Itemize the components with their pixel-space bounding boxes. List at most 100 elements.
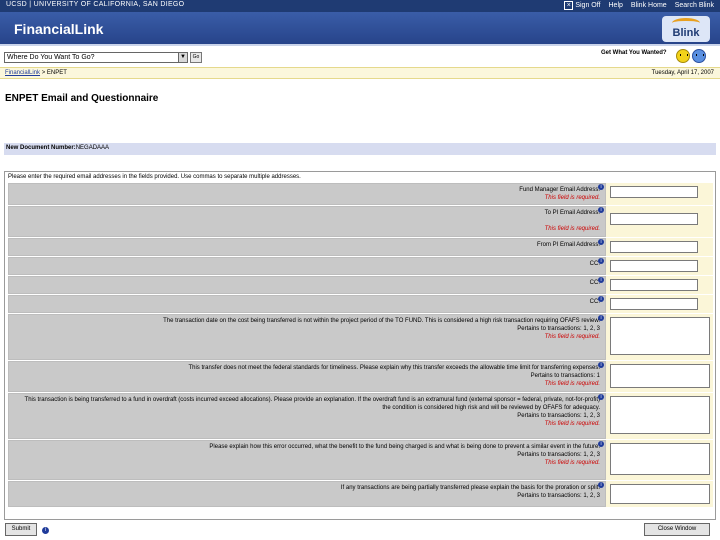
form-row-from-pi-email: i From PI Email Address: [8, 238, 713, 257]
blink-logo[interactable]: Blink [662, 16, 710, 42]
top-links: × Sign Off Help Blink Home Search Blink [564, 1, 714, 10]
breadcrumb-financiallink-link[interactable]: FinancialLink [5, 70, 40, 76]
breadcrumb-current: ENPET [46, 70, 67, 76]
where-do-you-want-to-go-select[interactable]: Where Do You Want To Go? ▼ [4, 52, 188, 63]
page-title: ENPET Email and Questionnaire [5, 93, 159, 104]
info-icon[interactable]: i [598, 207, 604, 213]
from-pi-email-input[interactable] [610, 241, 698, 253]
required-message: This field is required. [544, 381, 600, 387]
required-message: This field is required. [544, 460, 600, 466]
field-cell [606, 361, 713, 392]
info-icon[interactable]: i [598, 258, 604, 264]
info-icon[interactable]: i [598, 362, 604, 368]
form-row-error-explanation-question: i Please explain how this error occurred… [8, 440, 713, 481]
field-cell [606, 314, 713, 360]
required-message: This field is required. [544, 195, 600, 201]
field-label: i CC: [8, 257, 606, 275]
error-explanation-textarea[interactable] [610, 443, 710, 475]
field-label: i CC: [8, 295, 606, 313]
info-icon[interactable]: i [598, 315, 604, 321]
pertains-text: Pertains to transactions: 1, 2, 3 [517, 493, 600, 499]
document-number-bar: New Document Number:NEGADAAA [4, 143, 716, 155]
form-rows: i Fund Manager Email Address: This field… [8, 183, 713, 508]
pertains-text: Pertains to transactions: 1 [530, 373, 600, 379]
field-label: i CC: [8, 276, 606, 294]
field-cell [606, 393, 713, 439]
form-row-fund-manager-email: i Fund Manager Email Address: This field… [8, 183, 713, 206]
info-icon[interactable]: i [598, 394, 604, 400]
info-icon[interactable]: i [598, 441, 604, 447]
info-icon[interactable]: i [598, 184, 604, 190]
breadcrumb: FinancialLink > ENPET [5, 70, 67, 76]
blink-home-link[interactable]: Blink Home [631, 2, 667, 9]
close-x-icon: × [564, 1, 574, 10]
got-what-you-wanted-label: Get What You Wanted? [601, 50, 667, 56]
field-cell [606, 295, 713, 313]
field-label: i To PI Email Address: This field is req… [8, 206, 606, 237]
field-label: i This transaction is being transferred … [8, 393, 606, 439]
field-cell [606, 183, 713, 205]
form-row-cc-3: i CC: [8, 295, 713, 314]
document-number-label: New Document Number: [6, 145, 76, 151]
form-row-partial-transfer-question: i If any transactions are being partiall… [8, 481, 713, 508]
signoff-link[interactable]: × Sign Off [564, 1, 601, 10]
form-row-project-period-question: i The transaction date on the cost being… [8, 314, 713, 361]
app-header: FinancialLink Blink [0, 12, 720, 46]
field-label: i Please explain how this error occurred… [8, 440, 606, 480]
partial-transfer-explanation-textarea[interactable] [610, 484, 710, 504]
breadcrumb-bar: FinancialLink > ENPET Tuesday, April 17,… [0, 67, 720, 79]
help-link[interactable]: Help [609, 2, 623, 9]
required-message: This field is required. [544, 334, 600, 340]
info-icon[interactable]: i [598, 277, 604, 283]
nav-row: Where Do You Want To Go? ▼ Go Get What Y… [0, 48, 720, 66]
cc-input-2[interactable] [610, 279, 698, 291]
submit-button[interactable]: Submit [5, 523, 37, 536]
timeliness-explanation-textarea[interactable] [610, 364, 710, 388]
happy-face-icon[interactable] [676, 49, 690, 63]
required-message: This field is required. [544, 226, 600, 232]
chevron-down-icon[interactable]: ▼ [178, 53, 187, 62]
field-cell [606, 238, 713, 256]
breadcrumb-separator: > [40, 70, 47, 76]
field-label: i From PI Email Address: [8, 238, 606, 256]
pertains-text: Pertains to transactions: 1, 2, 3 [517, 452, 600, 458]
form-row-to-pi-email: i To PI Email Address: This field is req… [8, 206, 713, 238]
email-questionnaire-form: Please enter the required email addresse… [4, 171, 716, 520]
sad-face-icon[interactable] [692, 49, 706, 63]
current-date: Tuesday, April 17, 2007 [651, 70, 714, 76]
project-period-explanation-textarea[interactable] [610, 317, 710, 355]
form-row-cc-2: i CC: [8, 276, 713, 295]
field-cell [606, 206, 713, 237]
close-window-button[interactable]: Close Window [644, 523, 710, 536]
app-title: FinancialLink [14, 21, 104, 37]
overdraft-explanation-textarea[interactable] [610, 396, 710, 434]
info-icon[interactable]: i [598, 296, 604, 302]
field-label: i Fund Manager Email Address: This field… [8, 183, 606, 205]
go-button[interactable]: Go [190, 52, 202, 63]
info-icon[interactable]: i [42, 527, 49, 534]
ucsd-banner-text: UCSD | UNIVERSITY OF CALIFORNIA, SAN DIE… [6, 1, 185, 8]
field-cell [606, 481, 713, 507]
fund-manager-email-input[interactable] [610, 186, 698, 198]
to-pi-email-input[interactable] [610, 213, 698, 225]
cc-input-3[interactable] [610, 298, 698, 310]
document-number-value: NEGADAAA [75, 145, 110, 151]
search-blink-link[interactable]: Search Blink [675, 2, 714, 9]
form-row-overdraft-question: i This transaction is being transferred … [8, 393, 713, 440]
field-cell [606, 257, 713, 275]
field-label: i If any transactions are being partiall… [8, 481, 606, 507]
pertains-text: Pertains to transactions: 1, 2, 3 [517, 326, 600, 332]
required-message: This field is required. [544, 421, 600, 427]
cc-input-1[interactable] [610, 260, 698, 272]
form-row-cc-1: i CC: [8, 257, 713, 276]
pertains-text: Pertains to transactions: 1, 2, 3 [517, 413, 600, 419]
field-cell [606, 276, 713, 294]
info-icon[interactable]: i [598, 482, 604, 488]
form-instructions: Please enter the required email addresse… [8, 174, 301, 180]
field-cell [606, 440, 713, 480]
blink-logo-text: Blink [672, 27, 700, 39]
info-icon[interactable]: i [598, 239, 604, 245]
where-select-value: Where Do You Want To Go? [7, 54, 95, 61]
form-row-timeliness-question: i This transfer does not meet the federa… [8, 361, 713, 393]
ucsd-top-bar: UCSD | UNIVERSITY OF CALIFORNIA, SAN DIE… [0, 0, 720, 12]
